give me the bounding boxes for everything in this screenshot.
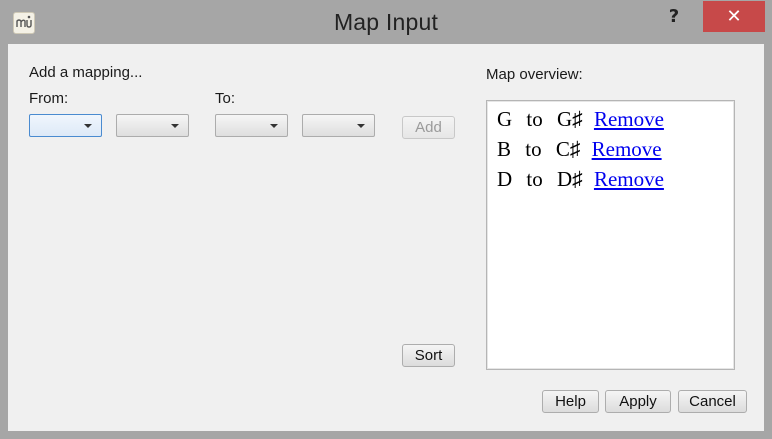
- from-note-select[interactable]: [29, 114, 102, 137]
- mapping-from: B: [497, 137, 512, 161]
- map-overview-list[interactable]: G to G♯ Remove B to C♯ Remove D to D♯ Re…: [486, 100, 735, 370]
- remove-mapping-link[interactable]: Remove: [594, 107, 664, 131]
- add-button[interactable]: Add: [402, 116, 455, 139]
- remove-mapping-link[interactable]: Remove: [592, 137, 662, 161]
- sort-button[interactable]: Sort: [402, 344, 455, 367]
- map-input-dialog: Map Input ? ✕ Add a mapping... From: To:…: [0, 0, 772, 439]
- from-label: From:: [29, 90, 69, 107]
- apply-button[interactable]: Apply: [605, 390, 671, 413]
- mapping-connector: to: [525, 137, 542, 161]
- context-help-button[interactable]: ?: [664, 4, 684, 30]
- dialog-content: Add a mapping... From: To: Add Sort Map …: [8, 44, 764, 431]
- list-item: G to G♯ Remove: [497, 107, 664, 132]
- mapping-to: C♯: [555, 137, 581, 161]
- chevron-down-icon: [171, 124, 179, 128]
- window-title: Map Input: [333, 9, 439, 35]
- close-button[interactable]: ✕: [703, 1, 765, 32]
- list-item: D to D♯ Remove: [497, 167, 664, 192]
- to-note-select[interactable]: [215, 114, 288, 137]
- to-label: To:: [215, 90, 236, 107]
- mapping-to: G♯: [557, 107, 583, 131]
- chevron-down-icon: [357, 124, 365, 128]
- title-bar[interactable]: Map Input ? ✕: [0, 0, 772, 44]
- mapping-connector: to: [526, 107, 543, 131]
- remove-mapping-link[interactable]: Remove: [594, 167, 664, 191]
- cancel-button[interactable]: Cancel: [678, 390, 747, 413]
- help-button[interactable]: Help: [542, 390, 599, 413]
- chevron-down-icon: [270, 124, 278, 128]
- list-item: B to C♯ Remove: [497, 137, 662, 162]
- map-overview-heading: Map overview:: [486, 66, 583, 83]
- close-icon: ✕: [726, 6, 742, 27]
- chevron-down-icon: [84, 124, 92, 128]
- mapping-from: G: [497, 107, 513, 131]
- mapping-from: D: [497, 167, 513, 191]
- add-mapping-heading: Add a mapping...: [29, 64, 143, 81]
- to-accidental-select[interactable]: [302, 114, 375, 137]
- mapping-connector: to: [526, 167, 543, 191]
- from-accidental-select[interactable]: [116, 114, 189, 137]
- mapping-to: D♯: [557, 167, 583, 191]
